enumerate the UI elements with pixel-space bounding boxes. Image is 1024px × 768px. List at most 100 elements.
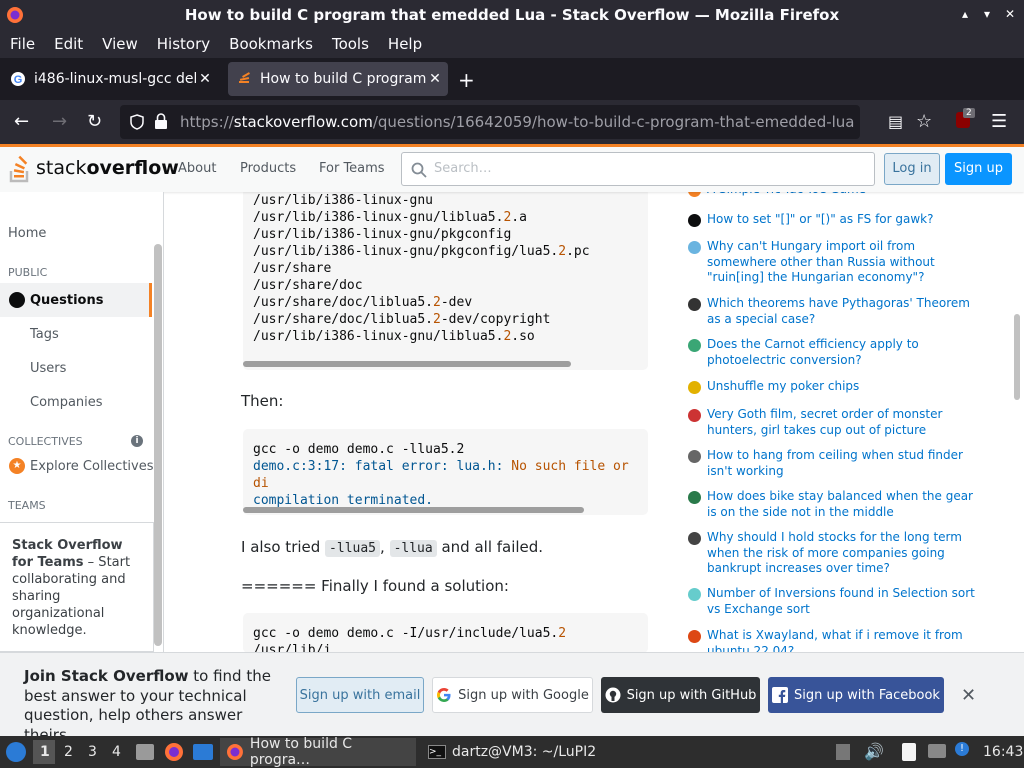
workspace-3[interactable]: 3 [88, 744, 97, 760]
firefox-icon [7, 7, 23, 23]
tab-stackoverflow[interactable]: How to build C program t ✕ [228, 62, 448, 96]
bookmark-star-icon[interactable]: ☆ [916, 112, 932, 132]
close-tab-icon[interactable]: ✕ [196, 71, 214, 87]
stackoverflow-icon [239, 72, 250, 83]
firefox-launcher-icon[interactable] [164, 742, 184, 762]
hot-question-item: How does bike stay balanced when the gea… [688, 489, 978, 520]
code-block-files: /usr/lib/i386-linux-gnu/usr/lib/i386-lin… [243, 188, 648, 370]
google-icon [437, 688, 451, 702]
sidebar-scrollbar[interactable] [154, 244, 162, 646]
page-scrollbar-thumb[interactable] [1014, 314, 1020, 400]
inline-code: -llua [389, 540, 437, 557]
code-horizontal-scrollbar[interactable] [243, 361, 571, 367]
menu-view[interactable]: View [102, 35, 138, 53]
hot-question-link[interactable]: How does bike stay balanced when the gea… [707, 489, 978, 520]
menu-history[interactable]: History [157, 35, 210, 53]
menu-tools[interactable]: Tools [332, 35, 369, 53]
sidebar-item-companies[interactable]: Companies [30, 395, 103, 410]
stackoverflow-logo[interactable]: stackoverflow [8, 153, 179, 183]
close-tab-icon[interactable]: ✕ [426, 71, 444, 87]
start-menu-icon[interactable] [6, 742, 26, 762]
tab-google-search[interactable]: G i486-linux-musl-gcc debia ✕ [2, 62, 218, 96]
hot-question-link[interactable]: Number of Inversions found in Selection … [707, 586, 978, 617]
maximize-button[interactable]: ▾ [984, 7, 990, 21]
network-icon[interactable] [928, 744, 946, 758]
url-bar[interactable]: https://stackoverflow.com/questions/1664… [120, 105, 860, 139]
hot-question-link[interactable]: Does the Carnot efficiency apply to phot… [707, 337, 978, 368]
minimize-button[interactable]: ▴ [962, 7, 968, 21]
menu-edit[interactable]: Edit [54, 35, 83, 53]
physics-icon [688, 339, 701, 352]
nav-for-teams[interactable]: For Teams [319, 161, 385, 176]
nav-products[interactable]: Products [240, 161, 296, 176]
code-line: /usr/lib/i386-linux-gnu/pkgconfig/lua5.2… [253, 244, 590, 259]
sidebar-item-questions[interactable]: Questions [30, 293, 103, 308]
volume-icon[interactable]: 🔊 [864, 742, 884, 761]
workspace-4[interactable]: 4 [112, 744, 121, 760]
code-horizontal-scrollbar[interactable] [243, 507, 584, 513]
code-line: /usr/share/doc/liblua5.2-dev [253, 295, 473, 310]
sidebar-item-tags[interactable]: Tags [30, 327, 59, 342]
signup-facebook-button[interactable]: Sign up with Facebook [768, 677, 944, 713]
nav-about[interactable]: About [178, 161, 216, 176]
movies-icon [688, 409, 701, 422]
inline-code: -llua5 [325, 540, 381, 557]
hot-question-link[interactable]: Which theorems have Pythagoras' Theorem … [707, 296, 978, 327]
hot-question-item: Unshuffle my poker chips [688, 379, 978, 395]
hot-question-link[interactable]: How to set "[]" or "[)" as FS for gawk? [707, 212, 934, 228]
hot-question-item: How to set "[]" or "[)" as FS for gawk? [688, 212, 978, 228]
taskbar-terminal-window[interactable]: >_ dartz@VM3: ~/LuPI2 [424, 738, 614, 766]
close-window-button[interactable]: ✕ [1005, 7, 1015, 21]
menu-bar: File Edit View History Bookmarks Tools H… [0, 30, 1024, 58]
menu-bookmarks[interactable]: Bookmarks [229, 35, 313, 53]
hot-question-item: Does the Carnot efficiency apply to phot… [688, 337, 978, 368]
reload-icon[interactable]: ↻ [87, 112, 102, 132]
file-manager-icon[interactable] [136, 744, 154, 760]
banner-message: Join Stack Overflow to find the best ans… [24, 667, 271, 736]
shield-icon[interactable] [130, 114, 144, 130]
left-sidebar: Home PUBLIC Questions Tags Users Compani… [0, 192, 164, 652]
back-icon[interactable]: ← [14, 112, 29, 132]
tray-placeholder-icon[interactable] [836, 744, 850, 760]
sidebar-item-home[interactable]: Home [8, 226, 46, 241]
workspace-1[interactable]: 1 [40, 744, 50, 760]
hot-question-item: Very Goth film, secret order of monster … [688, 407, 978, 438]
hot-question-link[interactable]: Very Goth film, secret order of monster … [707, 407, 978, 438]
hot-question-link[interactable]: Why should I hold stocks for the long te… [707, 530, 978, 577]
clipboard-icon[interactable] [902, 743, 916, 761]
reader-view-icon[interactable]: ▤ [888, 112, 903, 132]
close-banner-icon[interactable]: ✕ [961, 685, 976, 706]
code-line: /usr/lib/i386-linux-gnu/liblua5.2.so [253, 329, 535, 344]
signup-button[interactable]: Sign up [945, 153, 1012, 185]
menu-help[interactable]: Help [388, 35, 422, 53]
taskbar-firefox-window[interactable]: How to build C progra… [220, 736, 416, 768]
signup-email-button[interactable]: Sign up with email [296, 677, 424, 713]
menu-file[interactable]: File [10, 35, 35, 53]
tab-label: i486-linux-musl-gcc debia [34, 71, 196, 87]
sidebar-item-explore-collectives[interactable]: Explore Collectives [30, 459, 154, 474]
hot-question-link[interactable]: Why can't Hungary import oil from somewh… [707, 239, 978, 286]
code-line: gcc -o demo demo.c -llua5.2 [253, 442, 465, 457]
new-tab-button[interactable]: + [458, 68, 475, 92]
info-icon[interactable]: i [131, 435, 143, 447]
notification-icon[interactable]: ! [955, 742, 969, 756]
forward-icon[interactable]: → [52, 112, 67, 132]
sidebar-section-public: PUBLIC [8, 266, 48, 279]
desktop-taskbar: 1 2 3 4 How to build C progra… >_ dartz@… [0, 736, 1024, 768]
desktop-icon[interactable] [193, 744, 213, 760]
hamburger-menu-icon[interactable]: ☰ [991, 112, 1007, 132]
code-line: /usr/share/doc/liblua5.2-dev/copyright [253, 312, 551, 327]
login-button[interactable]: Log in [884, 153, 940, 185]
hot-question-link[interactable]: Unshuffle my poker chips [707, 379, 859, 395]
tab-label: How to build C program t [260, 71, 426, 87]
cs-icon [688, 588, 701, 601]
search-input[interactable]: Search… [401, 152, 875, 186]
unix-icon [688, 214, 701, 227]
hot-question-link[interactable]: How to hang from ceiling when stud finde… [707, 448, 978, 479]
workspace-2[interactable]: 2 [64, 744, 73, 760]
lock-icon[interactable] [154, 113, 168, 130]
sidebar-item-users[interactable]: Users [30, 361, 66, 376]
signup-github-button[interactable]: Sign up with GitHub [601, 677, 760, 713]
signup-facebook-label: Sign up with Facebook [794, 687, 940, 703]
signup-google-button[interactable]: Sign up with Google [432, 677, 593, 713]
